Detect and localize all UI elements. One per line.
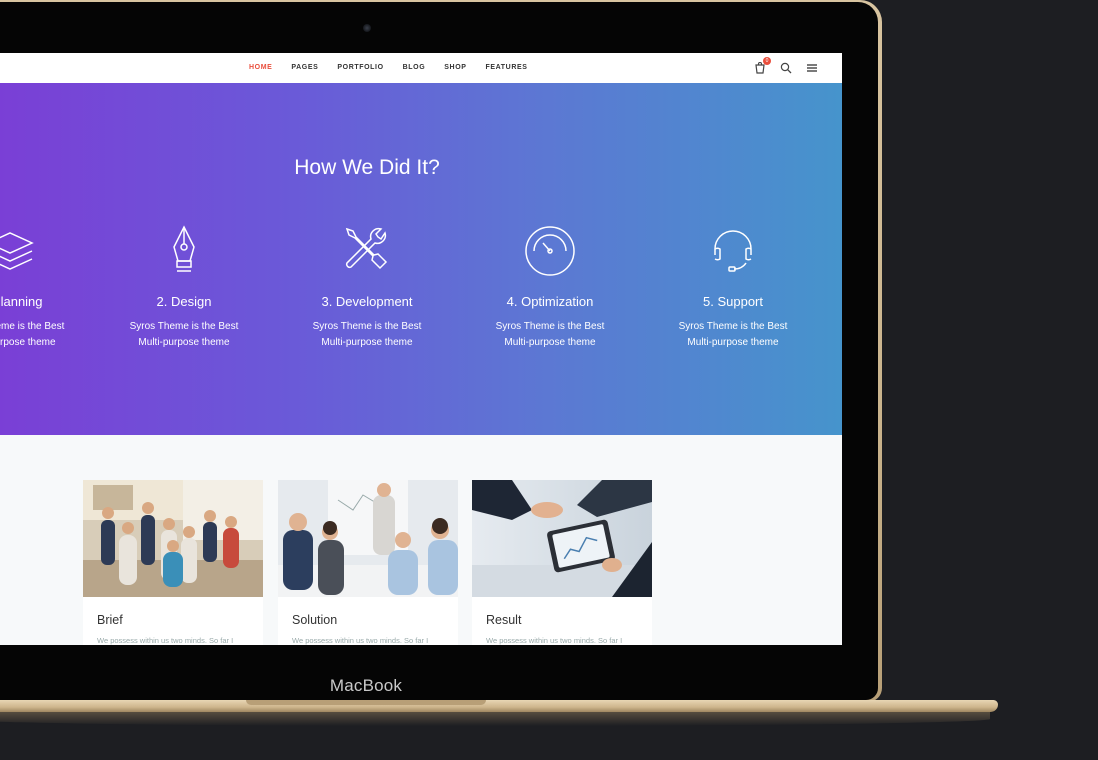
- top-navigation: HOME PAGES PORTFOLIO BLOG SHOP FEATURES …: [0, 53, 842, 84]
- step-design: 2. Design Syros Theme is the Best Multi-p…: [104, 223, 264, 351]
- laptop-shadow: [0, 712, 990, 726]
- nav-item-shop[interactable]: SHOP: [444, 64, 466, 71]
- step-title: 4. Optimization: [506, 294, 594, 309]
- card-title: Solution: [292, 613, 338, 627]
- nav-actions: 0: [754, 57, 818, 74]
- step-development: 3. Development Syros Theme is the Best Mu…: [287, 223, 447, 351]
- process-section: How We Did It? 1. Planning Syros Theme i…: [0, 83, 842, 435]
- card-excerpt: We possess within us two minds. So far I: [486, 636, 623, 645]
- main-menu: HOME PAGES PORTFOLIO BLOG SHOP FEATURES: [249, 64, 547, 71]
- menu-icon[interactable]: [806, 61, 818, 73]
- webcam: [363, 24, 371, 32]
- presentation-photo: [278, 480, 458, 597]
- step-title: 5. Support: [703, 294, 763, 309]
- step-planning: 1. Planning Syros Theme is the BestMulti…: [0, 223, 90, 351]
- pen-nib-icon: [156, 223, 212, 279]
- step-title: 1. Planning: [0, 294, 43, 309]
- card-title: Result: [486, 613, 522, 627]
- section-title: How We Did It?: [294, 156, 440, 179]
- laptop-hinge-notch: [246, 700, 486, 705]
- cart-count-badge: 0: [763, 57, 771, 65]
- laptop-base: [0, 700, 998, 712]
- browser-screen: HOME PAGES PORTFOLIO BLOG SHOP FEATURES …: [0, 53, 842, 645]
- step-optimization: 4. Optimization Syros Theme is the Best M…: [470, 223, 630, 351]
- step-support: 5. Support Syros Theme is the Best Multi-…: [653, 223, 813, 351]
- step-description: Syros Theme is the BestMulti-purpose the…: [495, 321, 605, 348]
- step-description: Syros Theme is the BestMulti-purpose the…: [678, 321, 788, 348]
- card-result[interactable]: Result We possess within us two minds. S…: [472, 480, 652, 645]
- tools-icon: [339, 223, 395, 279]
- team-office-photo: [83, 480, 263, 597]
- nav-item-pages[interactable]: PAGES: [291, 64, 318, 71]
- headset-icon: [705, 223, 761, 279]
- search-icon[interactable]: [780, 61, 792, 74]
- layers-icon: [0, 223, 38, 279]
- step-description: Syros Theme is the BestMulti-purpose the…: [312, 321, 422, 348]
- card-excerpt: We possess within us two minds. So far I: [97, 636, 234, 645]
- card-solution[interactable]: Solution We possess within us two minds.…: [278, 480, 458, 645]
- nav-item-portfolio[interactable]: PORTFOLIO: [337, 64, 383, 71]
- step-title: 3. Development: [321, 294, 413, 309]
- gauge-icon: [522, 223, 578, 279]
- step-description: Syros Theme is the BestMulti-purpose the…: [0, 321, 65, 348]
- nav-item-blog[interactable]: BLOG: [403, 64, 426, 71]
- step-description: Syros Theme is the BestMulti-purpose the…: [129, 321, 239, 348]
- nav-item-features[interactable]: FEATURES: [486, 64, 528, 71]
- card-brief[interactable]: Brief We possess within us two minds. So…: [83, 480, 263, 645]
- cart-icon[interactable]: 0: [754, 57, 771, 74]
- device-brand-label: MacBook: [329, 676, 403, 695]
- step-title: 2. Design: [156, 294, 212, 309]
- card-title: Brief: [97, 613, 123, 627]
- handshake-photo: [472, 480, 652, 597]
- card-excerpt: We possess within us two minds. So far I: [292, 636, 429, 645]
- nav-item-home[interactable]: HOME: [249, 64, 272, 71]
